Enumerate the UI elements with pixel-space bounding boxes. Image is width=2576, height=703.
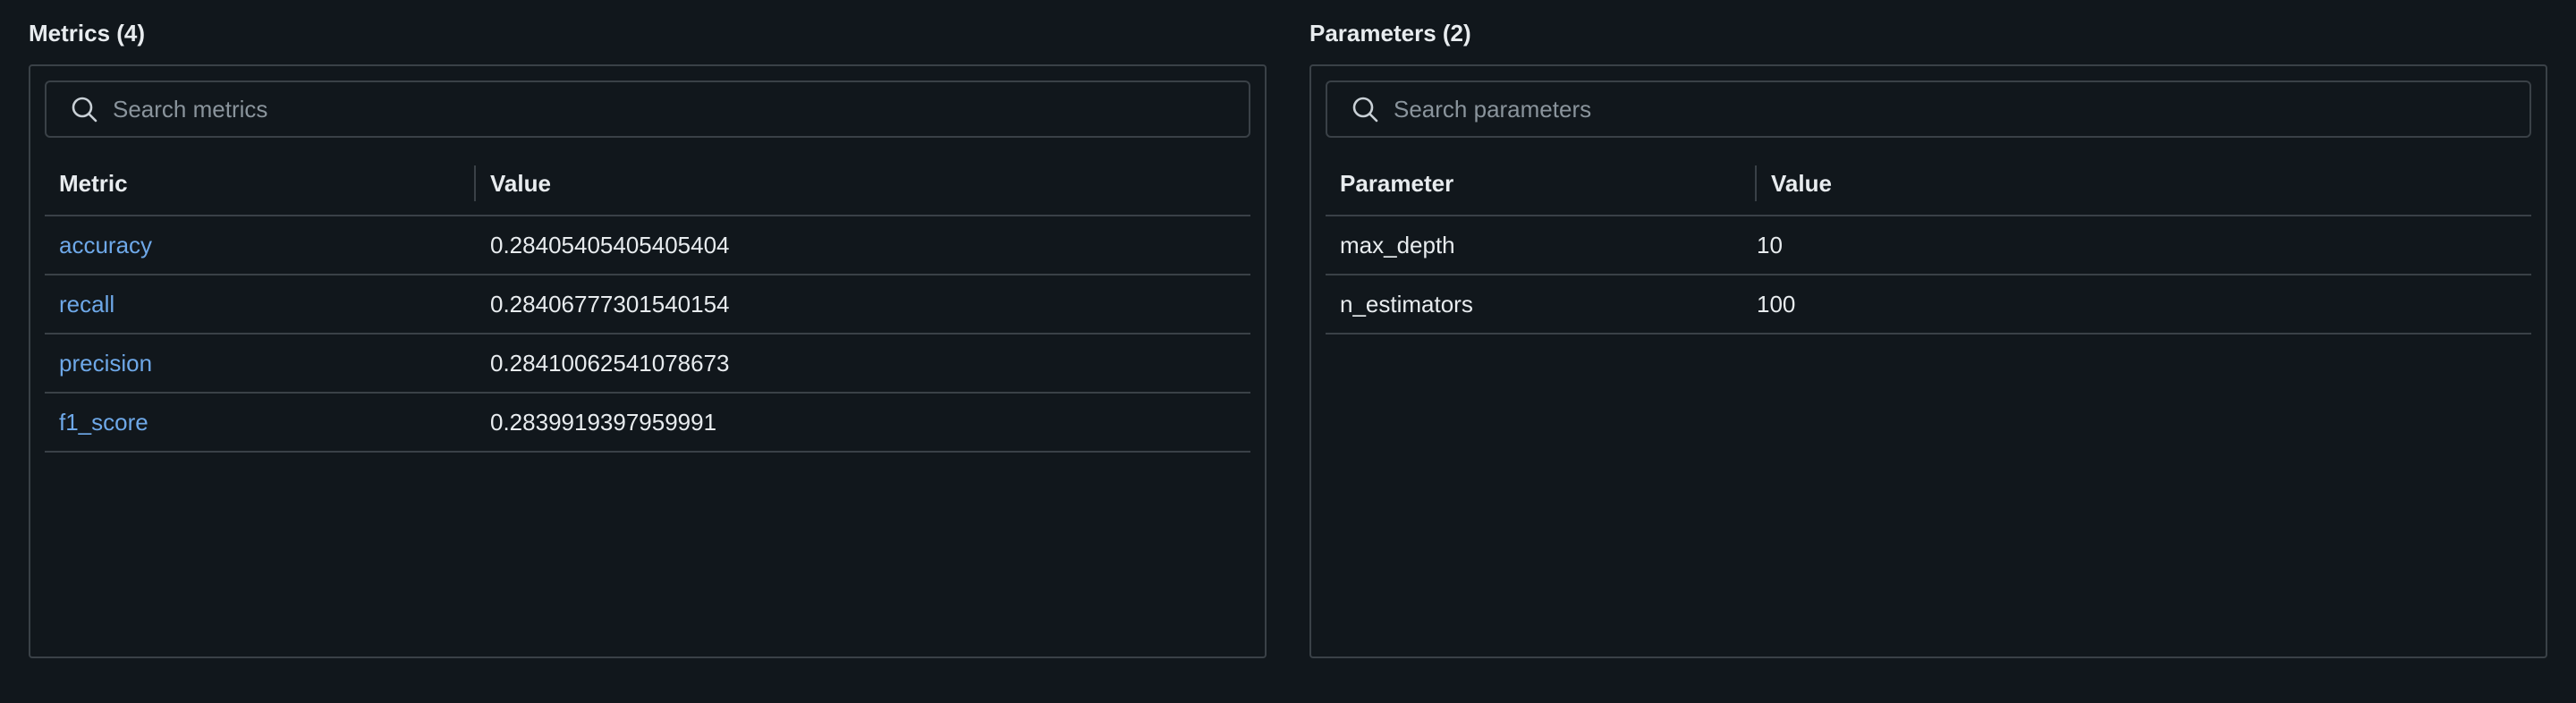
metric-row: accuracy 0.28405405405405404 bbox=[45, 216, 1250, 275]
parameter-name: n_estimators bbox=[1340, 290, 1473, 318]
parameters-title: Parameters (2) bbox=[1309, 20, 1471, 47]
metrics-table: Metric Value accuracy 0.28405405405405404… bbox=[45, 152, 1250, 453]
metric-value: 0.28406777301540154 bbox=[490, 290, 730, 318]
parameter-column-header[interactable]: Parameter bbox=[1326, 152, 1755, 215]
parameter-value-column-header[interactable]: Value bbox=[1755, 165, 1832, 201]
metric-name-link[interactable]: f1_score bbox=[45, 409, 474, 436]
metric-row: recall 0.28406777301540154 bbox=[45, 275, 1250, 335]
metric-name-link[interactable]: precision bbox=[45, 350, 474, 377]
metric-row: precision 0.28410062541078673 bbox=[45, 335, 1250, 394]
search-icon bbox=[1351, 95, 1379, 123]
parameters-table: Parameter Value max_depth 10 n_estimators 1… bbox=[1326, 152, 2531, 335]
metrics-title: Metrics (4) bbox=[29, 20, 146, 47]
metrics-search-input[interactable] bbox=[113, 82, 1249, 136]
parameter-value: 10 bbox=[1757, 231, 1783, 258]
metric-value: 0.28410062541078673 bbox=[490, 349, 730, 377]
metrics-search-box[interactable] bbox=[45, 80, 1250, 138]
metric-value: 0.28405405405405404 bbox=[490, 231, 730, 258]
metrics-table-header: Metric Value bbox=[45, 152, 1250, 216]
search-icon bbox=[70, 95, 98, 123]
parameter-name: max_depth bbox=[1340, 231, 1455, 258]
parameter-value: 100 bbox=[1757, 290, 1796, 318]
metric-name-link[interactable]: accuracy bbox=[45, 232, 474, 259]
parameters-panel: Parameter Value max_depth 10 n_estimators 1… bbox=[1309, 64, 2547, 658]
metric-value: 0.2839919397959991 bbox=[490, 408, 717, 436]
metrics-panel: Metric Value accuracy 0.28405405405405404… bbox=[29, 64, 1267, 658]
parameters-search-input[interactable] bbox=[1394, 82, 2529, 136]
metric-name-link[interactable]: recall bbox=[45, 291, 474, 318]
parameters-table-header: Parameter Value bbox=[1326, 152, 2531, 216]
metric-column-header[interactable]: Metric bbox=[45, 152, 474, 215]
parameter-row: n_estimators 100 bbox=[1326, 275, 2531, 335]
metric-value-column-header[interactable]: Value bbox=[474, 165, 551, 201]
parameter-row: max_depth 10 bbox=[1326, 216, 2531, 275]
parameters-search-box[interactable] bbox=[1326, 80, 2531, 138]
metric-row: f1_score 0.2839919397959991 bbox=[45, 394, 1250, 453]
